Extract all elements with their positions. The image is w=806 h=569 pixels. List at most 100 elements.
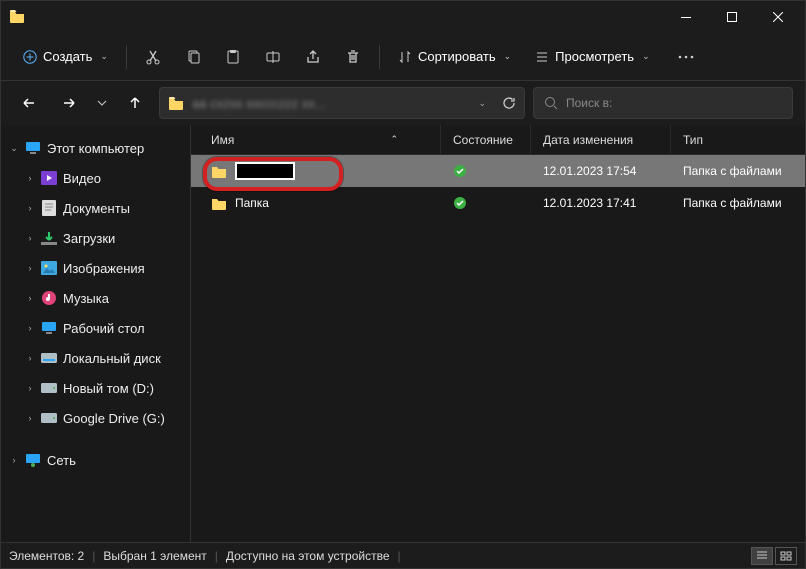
more-button[interactable]	[668, 41, 704, 73]
network-icon	[25, 452, 41, 468]
pictures-icon	[41, 260, 57, 276]
folder-icon	[211, 164, 227, 178]
chevron-right-icon: ›	[25, 353, 35, 363]
chevron-down-icon: ⌄	[642, 51, 650, 62]
desktop-icon	[41, 320, 57, 336]
search-placeholder: Поиск в:	[566, 96, 612, 110]
chevron-right-icon: ›	[9, 455, 19, 465]
content-pane: Имя⌃ Состояние Дата изменения Тип 12.01.…	[191, 125, 805, 542]
rename-button[interactable]	[255, 41, 291, 73]
file-list[interactable]: 12.01.2023 17:54 Папка с файлами Папка 1…	[191, 155, 805, 542]
new-button[interactable]: Создать ⌄	[13, 41, 118, 73]
folder-icon	[9, 9, 25, 25]
maximize-button[interactable]	[709, 1, 755, 33]
chevron-down-icon: ⌄	[100, 51, 108, 62]
separator	[379, 45, 380, 69]
sort-label: Сортировать	[418, 49, 496, 64]
header-name[interactable]: Имя⌃	[191, 125, 441, 154]
sort-icon	[398, 50, 412, 64]
titlebar	[1, 1, 805, 33]
view-label: Просмотреть	[555, 49, 634, 64]
close-button[interactable]	[755, 1, 801, 33]
separator	[126, 45, 127, 69]
video-icon	[41, 170, 57, 186]
plus-icon	[23, 50, 37, 64]
sidebar-this-pc[interactable]: ⌄ Этот компьютер	[1, 133, 190, 163]
chevron-right-icon: ›	[25, 383, 35, 393]
cell-type: Папка с файлами	[683, 164, 782, 178]
sidebar: ⌄ Этот компьютер ›Видео ›Документы ›Загр…	[1, 125, 191, 542]
file-row[interactable]: Папка 12.01.2023 17:41 Папка с файлами	[191, 187, 805, 219]
sidebar-network[interactable]: › Сеть	[1, 445, 190, 475]
sidebar-item-music[interactable]: ›Музыка	[1, 283, 190, 313]
file-row[interactable]: 12.01.2023 17:54 Папка с файлами	[191, 155, 805, 187]
header-state[interactable]: Состояние	[441, 125, 531, 154]
drive-icon	[41, 350, 57, 366]
column-headers: Имя⌃ Состояние Дата изменения Тип	[191, 125, 805, 155]
address-bar[interactable]: aa cxzss ssccczzz xx... ⌄	[159, 87, 525, 119]
header-type[interactable]: Тип	[671, 125, 805, 154]
downloads-icon	[41, 230, 57, 246]
chevron-right-icon: ›	[25, 323, 35, 333]
drive-icon	[41, 410, 57, 426]
refresh-button[interactable]	[502, 96, 516, 110]
share-button[interactable]	[295, 41, 331, 73]
status-ok-icon	[453, 196, 467, 210]
back-button[interactable]	[13, 87, 45, 119]
minimize-button[interactable]	[663, 1, 709, 33]
nav-bar: aa cxzss ssccczzz xx... ⌄ Поиск в:	[1, 81, 805, 125]
search-box[interactable]: Поиск в:	[533, 87, 793, 119]
explorer-window: Создать ⌄ Сортировать ⌄ Просмотреть ⌄	[0, 0, 806, 569]
paste-button[interactable]	[215, 41, 251, 73]
folder-icon	[211, 196, 227, 210]
forward-button[interactable]	[53, 87, 85, 119]
chevron-right-icon: ›	[25, 293, 35, 303]
chevron-down-icon: ⌄	[9, 143, 19, 154]
delete-button[interactable]	[335, 41, 371, 73]
pc-icon	[25, 140, 41, 156]
cell-name: Папка	[235, 196, 269, 210]
new-button-label: Создать	[43, 49, 92, 64]
copy-button[interactable]	[175, 41, 211, 73]
sidebar-item-video[interactable]: ›Видео	[1, 163, 190, 193]
sidebar-label: Этот компьютер	[47, 141, 144, 156]
drive-icon	[41, 380, 57, 396]
chevron-down-icon[interactable]: ⌄	[478, 98, 486, 109]
chevron-right-icon: ›	[25, 233, 35, 243]
chevron-right-icon: ›	[25, 263, 35, 273]
details-view-button[interactable]	[751, 547, 773, 565]
cut-button[interactable]	[135, 41, 171, 73]
chevron-right-icon: ›	[25, 173, 35, 183]
recent-button[interactable]	[93, 87, 111, 119]
sidebar-item-gdrive[interactable]: ›Google Drive (G:)	[1, 403, 190, 433]
search-icon	[544, 96, 558, 110]
status-count: Элементов: 2	[9, 549, 84, 563]
folder-icon	[168, 96, 184, 110]
status-selected: Выбран 1 элемент	[103, 549, 206, 563]
path-text: aa cxzss ssccczzz xx...	[192, 96, 470, 111]
status-bar: Элементов: 2 | Выбран 1 элемент | Доступ…	[1, 542, 805, 568]
up-button[interactable]	[119, 87, 151, 119]
sidebar-item-downloads[interactable]: ›Загрузки	[1, 223, 190, 253]
sidebar-item-pictures[interactable]: ›Изображения	[1, 253, 190, 283]
chevron-right-icon: ›	[25, 203, 35, 213]
sidebar-item-documents[interactable]: ›Документы	[1, 193, 190, 223]
rename-input[interactable]	[235, 162, 295, 180]
sidebar-item-desktop[interactable]: ›Рабочий стол	[1, 313, 190, 343]
sidebar-item-newvolume[interactable]: ›Новый том (D:)	[1, 373, 190, 403]
tiles-view-button[interactable]	[775, 547, 797, 565]
sort-button[interactable]: Сортировать ⌄	[388, 41, 521, 73]
chevron-down-icon: ⌄	[504, 51, 512, 62]
status-available: Доступно на этом устройстве	[226, 549, 390, 563]
sidebar-item-localdisk[interactable]: ›Локальный диск	[1, 343, 190, 373]
header-date[interactable]: Дата изменения	[531, 125, 671, 154]
documents-icon	[41, 200, 57, 216]
cell-date: 12.01.2023 17:54	[543, 164, 636, 178]
cell-type: Папка с файлами	[683, 196, 782, 210]
toolbar: Создать ⌄ Сортировать ⌄ Просмотреть ⌄	[1, 33, 805, 81]
chevron-right-icon: ›	[25, 413, 35, 423]
view-icon	[535, 50, 549, 64]
sidebar-label: Сеть	[47, 453, 76, 468]
cell-date: 12.01.2023 17:41	[543, 196, 636, 210]
view-button[interactable]: Просмотреть ⌄	[525, 41, 659, 73]
